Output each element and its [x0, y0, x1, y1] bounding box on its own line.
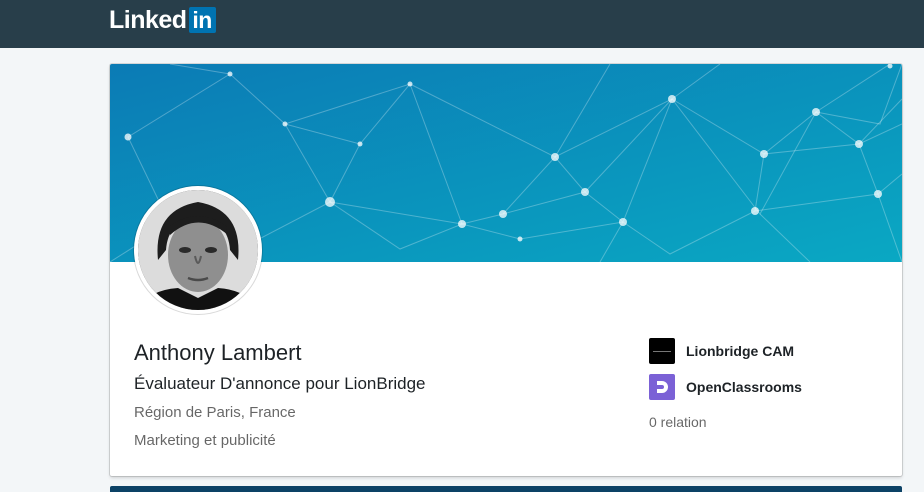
profile-industry: Marketing et publicité — [134, 432, 276, 449]
profile-name: Anthony Lambert — [134, 340, 302, 365]
profile-headline: Évaluateur D'annonce pour LionBridge — [134, 374, 426, 393]
logo-badge: in — [188, 7, 216, 33]
connections-count[interactable]: 0 relation — [649, 414, 707, 430]
profile-card: Anthony Lambert Évaluateur D'annonce pou… — [110, 64, 902, 476]
profile-location: Région de Paris, France — [134, 404, 296, 421]
top-navigation-bar: Linked in — [0, 0, 924, 48]
experience-lionbridge[interactable]: Lionbridge CAM — [649, 338, 794, 364]
next-section-edge — [110, 486, 902, 492]
openclassrooms-logo-icon — [649, 374, 675, 400]
education-openclassrooms[interactable]: OpenClassrooms — [649, 374, 802, 400]
lionbridge-logo-icon — [649, 338, 675, 364]
linkedin-logo[interactable]: Linked in — [109, 6, 216, 34]
profile-avatar[interactable] — [134, 186, 262, 314]
logo-wordmark: Linked — [109, 5, 187, 34]
experience-company-label: Lionbridge CAM — [686, 343, 795, 359]
education-school-label: OpenClassrooms — [686, 379, 802, 395]
profile-photo-icon — [138, 190, 258, 310]
